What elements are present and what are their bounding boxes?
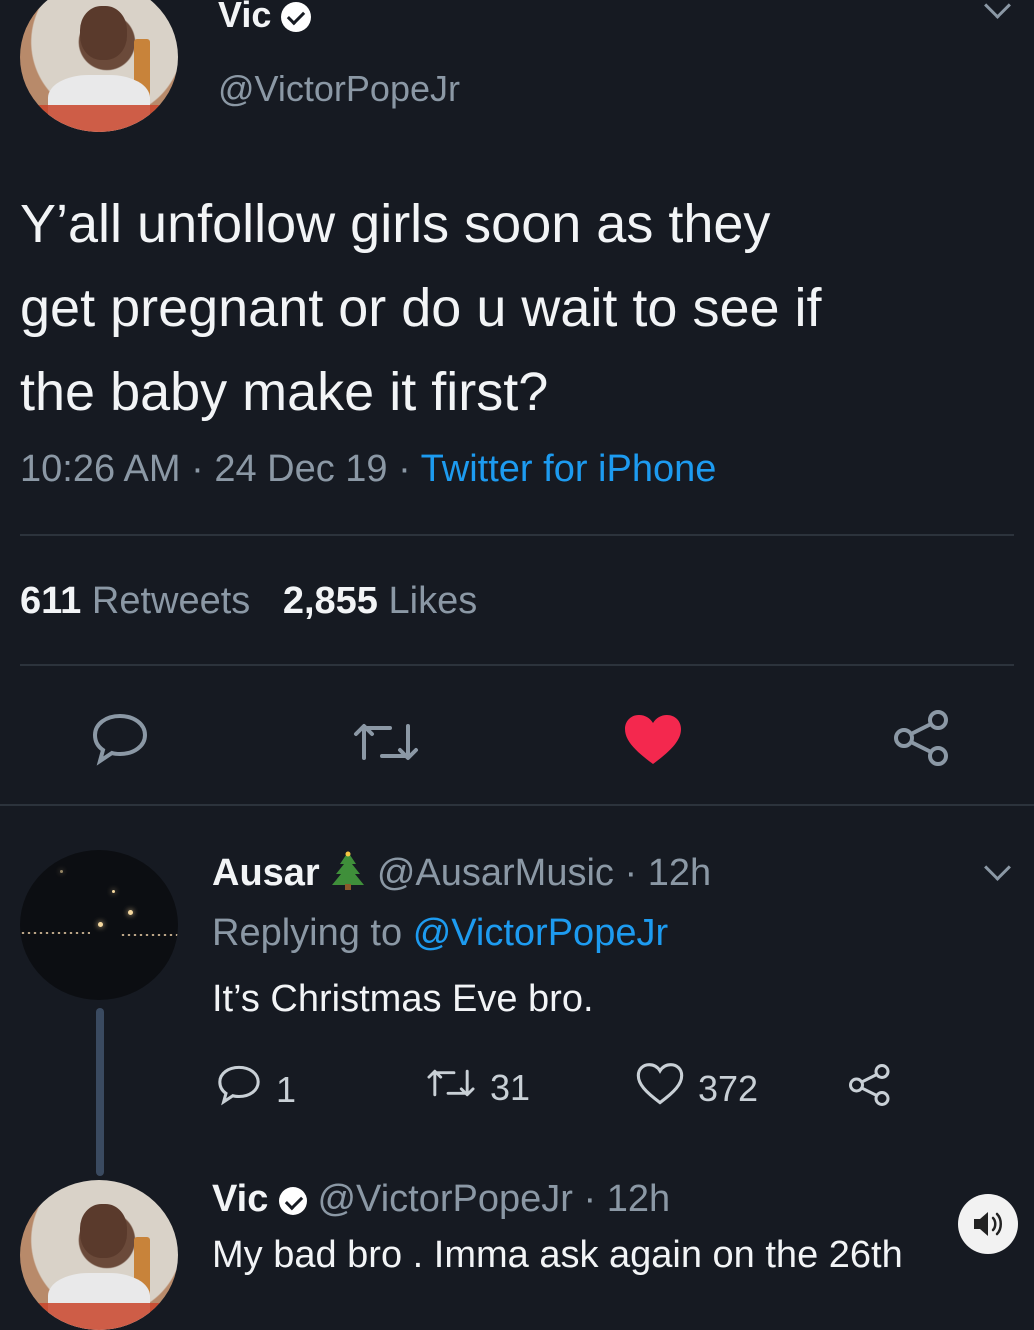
thread-line [96,1008,104,1176]
tweet-text-line: get pregnant or do u wait to see if [20,278,822,338]
reply-action-like[interactable]: 372 [636,1062,758,1115]
author-name[interactable]: Vic [218,0,271,35]
reply-time: · 12h [624,852,712,895]
replying-to-link[interactable]: @VictorPopeJr [413,912,668,954]
retweets-count: 611 [20,580,82,622]
christmas-tree-icon [330,850,366,900]
like-icon[interactable] [622,712,684,768]
reply-header: Vic @VictorPopeJr · 12h [212,1178,670,1221]
tweet-meta: 10:26 AM · 24 Dec 19 · Twitter for iPhon… [20,448,716,491]
avatar[interactable] [20,850,178,1000]
retweets-stat[interactable]: 611 Retweets [20,580,261,622]
reply-header: Ausar @AusarMusic · 12h [212,850,711,900]
author-handle[interactable]: @AusarMusic [377,852,614,894]
tweet-text-line: Y’all unfollow girls soon as they [20,194,771,254]
share-icon[interactable] [846,1062,894,1113]
author-handle[interactable]: @VictorPopeJr [218,68,460,110]
reply-action-reply[interactable]: 1 [216,1064,296,1115]
author-name-row[interactable]: Vic [218,0,312,38]
tweet-stats: 611 Retweets 2,855 Likes [20,580,477,623]
likes-count: 2,855 [282,580,378,622]
reply-icon [216,1064,262,1115]
reply-count: 1 [276,1068,297,1110]
author-name[interactable]: Vic [212,1178,268,1220]
retweets-label: Retweets [91,580,251,622]
chevron-down-icon[interactable] [984,0,1011,19]
reply-text: My bad bro . Imma ask again on the 26th [212,1234,903,1276]
retweet-count: 31 [490,1066,531,1108]
like-icon [636,1062,684,1115]
meta-separator: · [191,448,204,490]
author-handle[interactable]: @VictorPopeJr [317,1178,572,1220]
verified-badge-icon [278,1186,307,1215]
meta-separator: · [398,448,411,490]
avatar[interactable] [20,1180,178,1330]
volume-icon [974,1212,1002,1236]
divider [20,534,1014,536]
divider [20,664,1014,666]
volume-button[interactable] [958,1194,1018,1254]
replying-to: Replying to @VictorPopeJr [212,912,668,955]
share-icon[interactable] [890,708,954,768]
reply-text: It’s Christmas Eve bro. [212,978,594,1020]
retweet-icon [426,1064,476,1111]
author-name[interactable]: Ausar [212,852,320,894]
tweet-time: 10:26 AM [20,448,181,490]
divider [0,804,1034,806]
retweet-icon[interactable] [352,718,420,766]
like-count: 372 [698,1067,759,1109]
replying-prefix: Replying to [212,912,403,954]
tweet-date: 24 Dec 19 [214,448,388,490]
likes-stat[interactable]: 2,855 Likes [283,580,477,622]
likes-label: Likes [388,580,478,622]
tweet-text: Y’all unfollow girls soon as they get pr… [20,182,1020,434]
reply-icon[interactable] [90,712,150,766]
tweet-client-link[interactable]: Twitter for iPhone [421,448,717,490]
chevron-down-icon[interactable] [984,854,1011,881]
tweet-text-line: the baby make it first? [20,362,549,422]
avatar[interactable] [20,0,178,132]
reply-action-retweet[interactable]: 31 [426,1064,530,1111]
verified-badge-icon [281,2,312,33]
reply-time: · 12h [583,1178,671,1220]
